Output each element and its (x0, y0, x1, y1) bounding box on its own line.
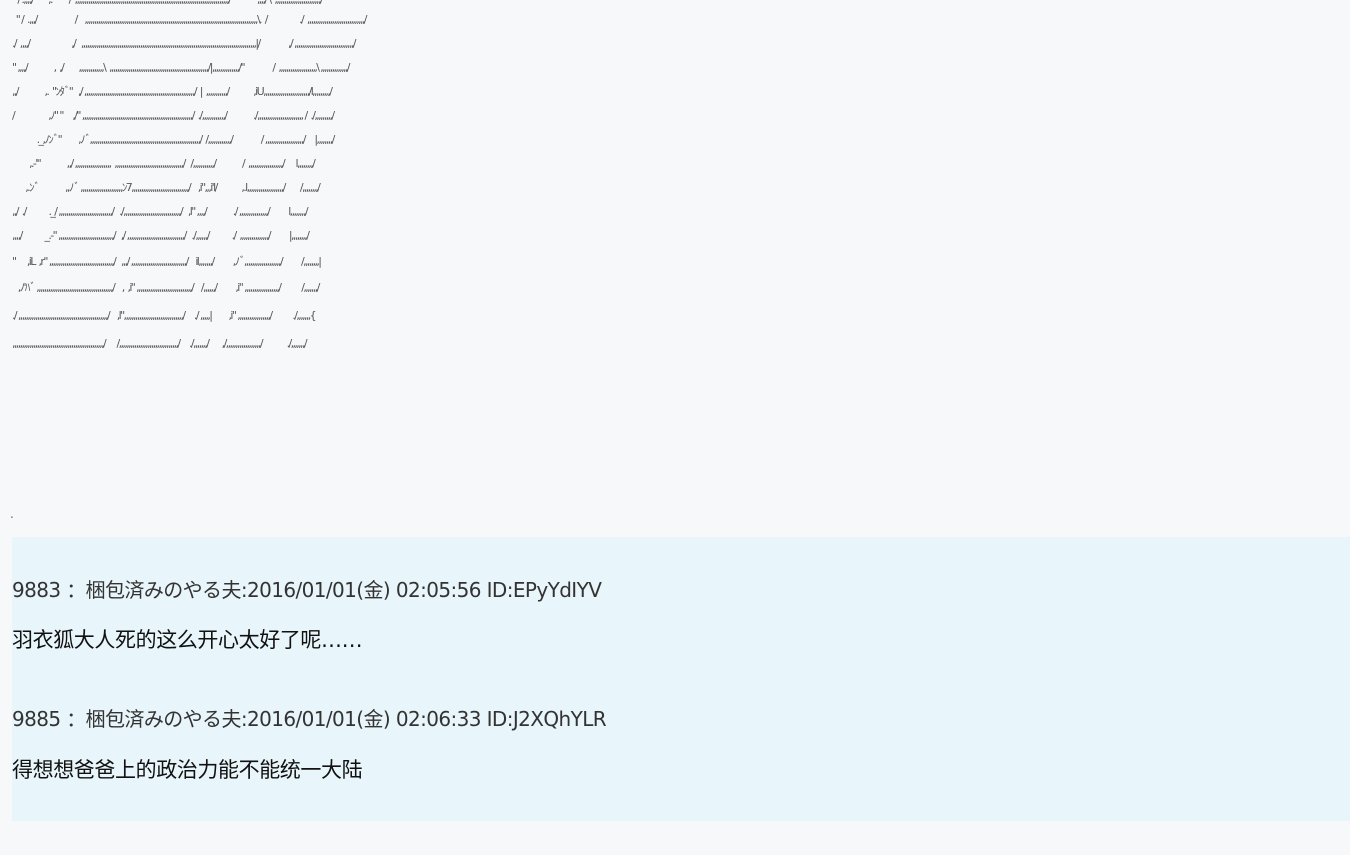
posts-block: 9883 ：梱包済みのやる夫:2016/01/01(金) 02:05:56 ID… (12, 537, 1350, 821)
ascii-art-line: ,.ﾝﾞ ,,ﾉﾞ ,,,,,,,,,,,,,,,,,,,,,,ﾝ7,,,,,,… (12, 181, 321, 194)
post-body: 羽衣狐大人死的这么开心太好了呢…… (12, 628, 363, 652)
page: " / .,,,,/ ,. " / ,,,,,,,,,,,,,,,,,,,,,,… (0, 0, 1350, 855)
separator-dot: . (10, 507, 14, 521)
ascii-art-line: ,,/ ./ ._/ ,,,,,,,,,,,,,,,,,,,,,,,,,,,,/… (12, 205, 309, 218)
ascii-art-line: ,ﾉ'ﾊﾞ ,,,,,,,,,,,,,,,,,,,,,,,,,,,,,,,,,,… (12, 281, 321, 294)
ascii-art-line: ,,/ ,. "ﾝﾀﾞ" ,/ ,,,,,,,,,,,,,,,,,,,,,,,,… (12, 85, 333, 98)
post-header: 9885 ：梱包済みのやる夫:2016/01/01(金) 02:06:33 ID… (12, 707, 607, 731)
ascii-art-line: " / .,,,,/ ,. " / ,,,,,,,,,,,,,,,,,,,,,,… (12, 0, 324, 6)
ascii-art-line: ,,,,/ _.-" ,,,,,,,,,,,,,,,,,,,,,,,,,,,,,… (12, 229, 310, 242)
ascii-art-line: ,.-'" ,,/ ,,,,,,,,,,,,,,,,,,, ,,,,,,,,,,… (12, 157, 316, 170)
ascii-art-line: " ,,,,/ , ,/ ,,,,,,,,,,,,,\ ,,,,,,,,,,,,… (12, 61, 351, 74)
ascii-art-line: ._,ﾉﾝﾞ" ,ﾉﾞ,,,,,,,,,,,,,,,,,,,,,,,,,,,,,… (12, 133, 336, 146)
ascii-art-line: / ,ﾉ" " ,/" ,,,,,,,,,,,,,,,,,,,,,,,,,,,,… (12, 109, 335, 122)
ascii-art-line: ./ ,,,,/ ,/ ,,,,,,,,,,,,,,,,,,,,,,,,,,,,… (12, 37, 356, 50)
ascii-art-line: ,,,,,,,,,,,,,,,,,,,,,,,,,,,,,,,,,,,,,,,,… (12, 337, 308, 350)
ascii-art-line: " / .,,,/ / ,,,,,,,,,,,,,,,,,,,,,,,,,,,,… (12, 13, 368, 26)
ascii-art: " / .,,,,/ ,. " / ,,,,,,,,,,,,,,,,,,,,,,… (12, 0, 832, 370)
post-body: 得想想爸爸上的政治力能不能统一大陆 (12, 758, 363, 782)
ascii-art-line: " ,iL ,r" ,,,,,,,,,,,,,,,,,,,,,,,,,,,,,,… (12, 255, 322, 268)
ascii-art-line: ./ ,,,,,,,,,,,,,,,,,,,,,,,,,,,,,,,,,,,,,… (12, 309, 317, 322)
post-header: 9883 ：梱包済みのやる夫:2016/01/01(金) 02:05:56 ID… (12, 578, 602, 602)
